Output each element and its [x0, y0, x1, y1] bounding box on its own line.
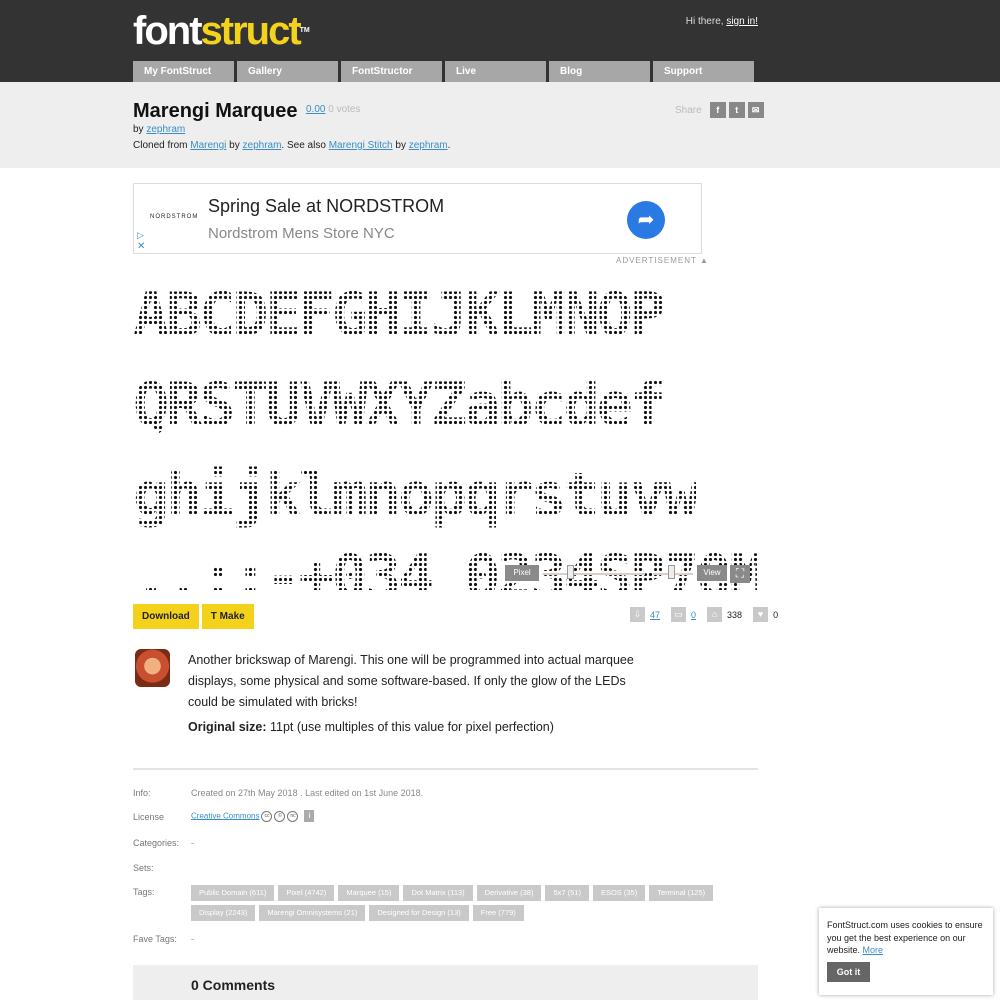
- noncommercial-icon: nc: [287, 810, 299, 822]
- comment-icon: ▭: [671, 607, 687, 622]
- make-icon: T: [210, 611, 217, 622]
- heart-icon[interactable]: ♥: [753, 607, 769, 622]
- tag[interactable]: Pixel (4742): [278, 885, 335, 901]
- divider: [133, 768, 758, 770]
- tag[interactable]: Marquee (15): [338, 885, 400, 901]
- fave-tags-label: Fave Tags:: [133, 934, 177, 944]
- view-button[interactable]: View: [697, 565, 727, 581]
- clone-count: 338: [727, 609, 743, 620]
- nav-live[interactable]: Live: [445, 61, 546, 82]
- license-value: Creative Commons cc © nc i: [191, 810, 315, 822]
- nav-my-fontstruct[interactable]: My FontStruct: [133, 61, 234, 82]
- cc-icon: cc: [261, 810, 273, 822]
- size-slider-handle[interactable]: [567, 565, 574, 579]
- comment-count[interactable]: 0: [691, 610, 696, 620]
- facebook-icon[interactable]: f: [709, 102, 726, 118]
- tumblr-icon[interactable]: t: [728, 102, 745, 118]
- close-ad-icon[interactable]: ✕: [137, 241, 145, 252]
- nav-fontstructor[interactable]: FontStructor: [341, 61, 442, 82]
- rating: 0.00 0 votes: [306, 104, 361, 115]
- see-also-link[interactable]: Marengi Stitch: [329, 140, 393, 151]
- cloned-font-link[interactable]: Marengi: [190, 140, 226, 151]
- tag[interactable]: Free (779): [472, 905, 524, 921]
- tag-list: Public Domain (611) Pixel (4742) Marquee…: [191, 885, 731, 921]
- nav-blog[interactable]: Blog: [549, 61, 650, 82]
- rating-link[interactable]: 0.00: [306, 104, 325, 115]
- directions-icon[interactable]: ➦: [627, 201, 665, 239]
- author-avatar[interactable]: [135, 649, 170, 687]
- spacing-slider-handle[interactable]: [668, 565, 675, 579]
- download-count[interactable]: 47: [650, 610, 660, 620]
- fullscreen-icon[interactable]: ⛶: [730, 565, 750, 583]
- cookie-more-link[interactable]: More: [863, 945, 884, 955]
- tag[interactable]: 5x7 (51): [545, 885, 589, 901]
- comments-title: 0 Comments: [191, 977, 276, 993]
- categories-label: Categories:: [133, 838, 180, 848]
- preview-controls: Pixel View ⛶: [505, 562, 757, 584]
- byline: by zephram: [133, 124, 186, 135]
- ad-subtitle: Nordstrom Mens Store NYC: [208, 225, 395, 242]
- share-bar: Share f t ✉: [675, 102, 764, 118]
- fave-tags-value: -: [191, 934, 194, 944]
- download-button[interactable]: Download: [133, 604, 199, 629]
- tag[interactable]: Public Domain (611): [191, 885, 275, 901]
- cloned-from: Cloned from Marengi by zephram. See also…: [133, 140, 451, 151]
- license-link[interactable]: Creative Commons: [191, 811, 259, 820]
- tag[interactable]: Marengi Omnisystems (21): [259, 905, 366, 921]
- tag[interactable]: Dot Matrix (113): [403, 885, 473, 901]
- ad-headline[interactable]: Spring Sale at NORDSTROM: [208, 196, 444, 217]
- tag[interactable]: ESOS (35): [592, 885, 646, 901]
- see-also-author-link[interactable]: zephram: [409, 140, 448, 151]
- tag[interactable]: Designed for Design (13): [369, 905, 469, 921]
- top-bar: fontstructTM Hi there, sign in! My FontS…: [0, 0, 1000, 82]
- license-label: License: [133, 812, 165, 822]
- email-icon[interactable]: ✉: [747, 102, 764, 118]
- categories-value: -: [191, 838, 194, 848]
- info-value: Created on 27th May 2018 . Last edited o…: [191, 788, 424, 798]
- ad-brand: NORDSTROM: [150, 214, 199, 220]
- size-slider[interactable]: [543, 573, 645, 575]
- share-label: Share: [675, 104, 702, 116]
- got-it-button[interactable]: Got it: [827, 962, 870, 982]
- cloned-author-link[interactable]: zephram: [243, 140, 282, 151]
- download-icon: ⇩: [630, 607, 645, 622]
- original-size: Original size: 11pt (use multiples of th…: [188, 720, 554, 734]
- preview-row: ABCDEFGHIJKLMNOP: [133, 280, 666, 350]
- pixel-button[interactable]: Pixel: [505, 565, 539, 581]
- main-nav: My FontStruct Gallery FontStructor Live …: [133, 61, 754, 82]
- attribution-icon: ©: [274, 810, 286, 822]
- ad-label: ADVERTISEMENT ▲: [616, 256, 709, 265]
- font-preview: ABCDEFGHIJKLMNOP QRSTUVWXYZabcdef ghijkl…: [133, 280, 759, 590]
- tag[interactable]: Derivative (38): [476, 885, 542, 901]
- page-title: Marengi Marquee: [133, 100, 298, 122]
- stats-bar: ⇩ 47 ▭ 0 ⌂ 338 ♥ 0: [630, 607, 778, 622]
- adchoices-icon[interactable]: ▷: [137, 230, 144, 241]
- tags-label: Tags:: [133, 887, 155, 897]
- nav-support[interactable]: Support: [653, 61, 754, 82]
- action-buttons: Download T Make: [133, 604, 254, 629]
- greeting: Hi there, sign in!: [685, 16, 758, 27]
- preview-row: ghijklmnopqrstuvw: [133, 460, 699, 530]
- author-link[interactable]: zephram: [146, 124, 185, 135]
- make-button[interactable]: T Make: [201, 604, 254, 629]
- comments-section: 0 Comments: [133, 965, 758, 1000]
- info-icon[interactable]: i: [304, 810, 315, 822]
- advertisement[interactable]: NORDSTROM Spring Sale at NORDSTROM Nords…: [133, 183, 702, 254]
- cookie-banner: FontStruct.com uses cookies to ensure yo…: [819, 908, 993, 995]
- fontstruct-logo[interactable]: fontstructTM: [133, 11, 310, 51]
- sign-in-link[interactable]: sign in!: [726, 16, 758, 27]
- fave-count: 0: [773, 609, 779, 620]
- tag[interactable]: Display (2243): [191, 905, 256, 921]
- preview-row: QRSTUVWXYZabcdef: [133, 370, 666, 440]
- font-description: Another brickswap of Marengi. This one w…: [188, 653, 634, 709]
- tag[interactable]: Terminal (125): [649, 885, 714, 901]
- cookie-text: FontStruct.com uses cookies to ensure yo…: [827, 920, 983, 955]
- info-label: Info:: [133, 788, 151, 798]
- clone-icon: ⌂: [707, 607, 723, 622]
- sets-label: Sets:: [133, 863, 154, 873]
- nav-gallery[interactable]: Gallery: [237, 61, 338, 82]
